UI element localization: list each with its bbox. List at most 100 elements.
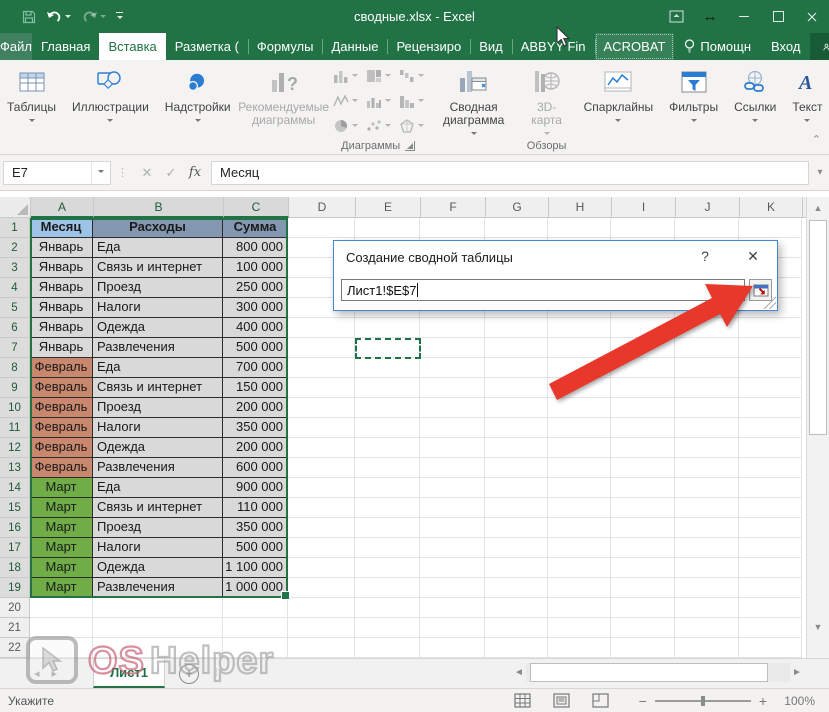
cell-I8[interactable] [611,358,675,378]
cell-C5[interactable]: 300 000 [223,298,288,318]
cell-B11[interactable]: Налоги [93,418,223,438]
cell-H6[interactable] [548,318,611,338]
cell-H18[interactable] [548,558,611,578]
cell-C20[interactable] [223,598,288,618]
cell-B22[interactable] [93,638,223,658]
cell-A14[interactable]: Март [30,478,93,498]
cell-D12[interactable] [288,438,355,458]
row-header-18[interactable]: 18 [0,558,29,578]
row-header-7[interactable]: 7 [0,338,29,358]
horizontal-scrollbar[interactable]: ◄ ► [512,662,804,683]
cell-A3[interactable]: Январь [30,258,93,278]
cell-A9[interactable]: Февраль [30,378,93,398]
cell-C17[interactable]: 500 000 [223,538,288,558]
cell-G16[interactable] [485,518,548,538]
ribbon-tab-4[interactable]: Формулы [248,33,323,60]
row-header-13[interactable]: 13 [0,458,29,478]
row-header-5[interactable]: 5 [0,298,29,318]
cell-B17[interactable]: Налоги [93,538,223,558]
row-header-3[interactable]: 3 [0,258,29,278]
cell-D13[interactable] [288,458,355,478]
cell-C18[interactable]: 1 100 000 [223,558,288,578]
ribbon-tab-1[interactable]: Главная [32,33,99,60]
cell-D19[interactable] [288,578,355,598]
cell-C3[interactable]: 100 000 [223,258,288,278]
cell-K15[interactable] [739,498,802,518]
cell-J12[interactable] [675,438,739,458]
cell-C6[interactable]: 400 000 [223,318,288,338]
cell-E7[interactable] [355,338,420,358]
ribbon-tab-9[interactable]: ACROBAT [595,33,675,60]
cell-B21[interactable] [93,618,223,638]
cell-G22[interactable] [485,638,548,658]
ribbon-tab-2[interactable]: Вставка [99,33,165,60]
sheet-nav-right-icon[interactable]: ▸ [46,659,64,688]
cell-I19[interactable] [611,578,675,598]
cell-D7[interactable] [288,338,355,358]
cell-B18[interactable]: Одежда [93,558,223,578]
pie-chart-button[interactable] [330,113,363,138]
radar-chart-button[interactable] [396,113,429,138]
column-header-K[interactable]: K [740,197,803,217]
cell-D21[interactable] [288,618,355,638]
row-header-6[interactable]: 6 [0,318,29,338]
cell-C12[interactable]: 200 000 [223,438,288,458]
cell-K18[interactable] [739,558,802,578]
cell-A10[interactable]: Февраль [30,398,93,418]
cell-A11[interactable]: Февраль [30,418,93,438]
cell-J6[interactable] [675,318,739,338]
cell-I22[interactable] [611,638,675,658]
cell-E11[interactable] [355,418,420,438]
vertical-scrollbar[interactable]: ▲ ▼ [806,197,829,658]
column-header-C[interactable]: C [224,197,289,218]
cell-J22[interactable] [675,638,739,658]
cell-B19[interactable]: Развлечения [93,578,223,598]
cell-E17[interactable] [355,538,420,558]
histogram-chart-button[interactable] [396,88,429,113]
cell-A6[interactable]: Январь [30,318,93,338]
cell-J13[interactable] [675,458,739,478]
normal-view-icon[interactable] [514,693,531,708]
cell-G1[interactable] [485,218,548,238]
cell-G10[interactable] [485,398,548,418]
scroll-right-icon[interactable]: ► [790,667,804,678]
cell-J18[interactable] [675,558,739,578]
cell-J8[interactable] [675,358,739,378]
cell-I20[interactable] [611,598,675,618]
zoom-thumb[interactable] [701,696,705,706]
cell-J16[interactable] [675,518,739,538]
row-header-19[interactable]: 19 [0,578,29,598]
redo-button[interactable] [81,10,106,24]
cell-A16[interactable]: Март [30,518,93,538]
cell-B2[interactable]: Еда [93,238,223,258]
column-header-D[interactable]: D [289,197,356,217]
formula-input[interactable]: Месяц [211,161,809,185]
cell-F6[interactable] [420,318,485,338]
row-header-1[interactable]: 1 [0,218,29,238]
cell-C11[interactable]: 350 000 [223,418,288,438]
cell-E21[interactable] [355,618,420,638]
insert-function-icon[interactable]: fx [183,161,207,185]
cell-B7[interactable]: Развлечения [93,338,223,358]
column-header-H[interactable]: H [549,197,612,217]
sparklines-button[interactable]: Спарклайны [577,60,661,154]
cell-K9[interactable] [739,378,802,398]
cell-J17[interactable] [675,538,739,558]
cell-K12[interactable] [739,438,802,458]
row-header-8[interactable]: 8 [0,358,29,378]
pivot-chart-button[interactable]: Сводная диаграмма [431,60,517,138]
column-header-F[interactable]: F [421,197,486,217]
cell-G19[interactable] [485,578,548,598]
save-icon[interactable] [22,10,36,24]
cell-G12[interactable] [485,438,548,458]
row-header-14[interactable]: 14 [0,478,29,498]
cell-E14[interactable] [355,478,420,498]
cell-H16[interactable] [548,518,611,538]
cell-C10[interactable]: 200 000 [223,398,288,418]
cell-H21[interactable] [548,618,611,638]
cell-K1[interactable] [739,218,802,238]
share-button[interactable]: Общий доступ [810,33,829,60]
ribbon-tab-5[interactable]: Данные [322,33,387,60]
cell-A8[interactable]: Февраль [30,358,93,378]
row-header-21[interactable]: 21 [0,618,29,638]
